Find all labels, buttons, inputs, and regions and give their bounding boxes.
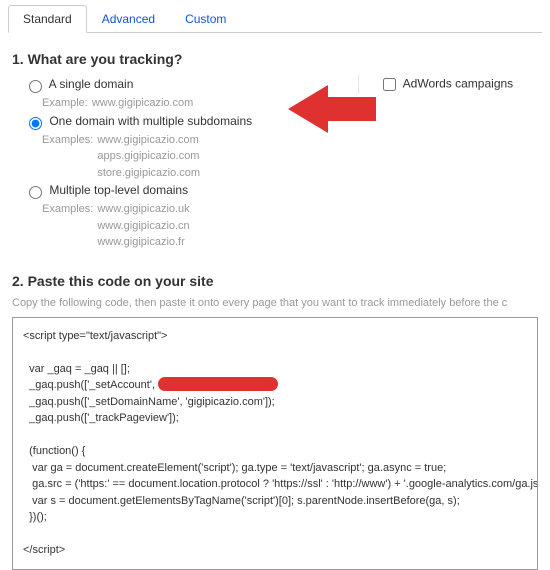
label-adwords: AdWords campaigns: [403, 77, 514, 91]
option-multiple-tlds[interactable]: Multiple top-level domains: [24, 183, 348, 199]
highlight-arrow-icon: [288, 81, 378, 140]
radio-single-domain[interactable]: [29, 80, 42, 93]
tracking-code-box[interactable]: <script type="text/javascript"> var _gaq…: [12, 317, 538, 570]
example-value: apps.gigipicazio.com: [97, 148, 200, 165]
examples-label: Examples:: [42, 201, 93, 251]
adwords-option[interactable]: AdWords campaigns: [379, 75, 538, 94]
example-value: www.gigipicazio.com: [92, 97, 193, 109]
example-value: www.gigipicazio.com: [97, 132, 200, 149]
tab-advanced[interactable]: Advanced: [87, 5, 170, 33]
label-single-domain: A single domain: [49, 77, 134, 91]
example-value: store.gigipicazio.com: [97, 165, 200, 182]
tab-standard[interactable]: Standard: [8, 5, 87, 33]
example-label: Example:: [42, 97, 88, 109]
q1-heading: 1. What are you tracking?: [12, 51, 538, 67]
example-value: www.gigipicazio.uk: [97, 201, 189, 218]
examples-label: Examples:: [42, 132, 93, 182]
tab-custom[interactable]: Custom: [170, 5, 241, 33]
checkbox-adwords[interactable]: [383, 78, 396, 91]
radio-subdomains[interactable]: [29, 117, 42, 130]
redacted-account-id: [158, 377, 278, 391]
example-value: www.gigipicazio.fr: [97, 234, 189, 251]
example-value: www.gigipicazio.cn: [97, 218, 189, 235]
label-multiple-tlds: Multiple top-level domains: [49, 183, 188, 197]
radio-multiple-tlds[interactable]: [29, 186, 42, 199]
q2-subtext: Copy the following code, then paste it o…: [12, 297, 538, 309]
q2-heading: 2. Paste this code on your site: [12, 273, 538, 289]
tab-bar: Standard Advanced Custom: [8, 4, 542, 33]
label-subdomains: One domain with multiple subdomains: [49, 114, 252, 128]
